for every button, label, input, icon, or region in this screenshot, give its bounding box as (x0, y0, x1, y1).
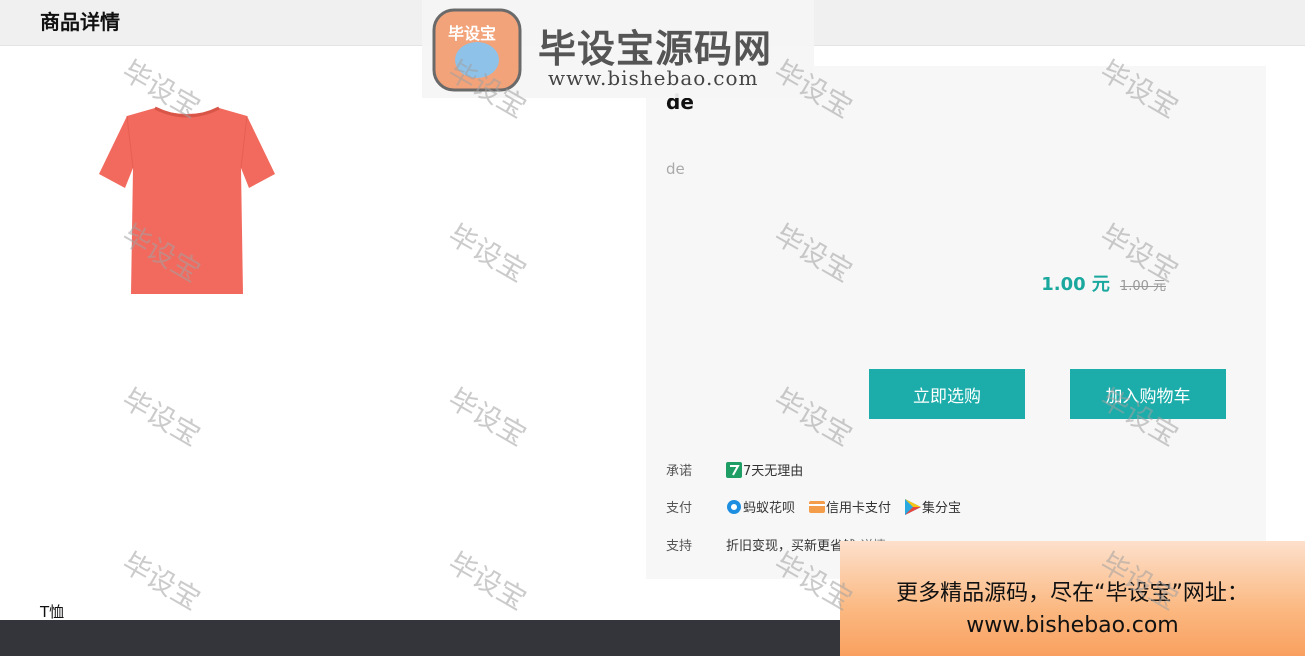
buy-now-button[interactable]: 立即选购 (869, 369, 1025, 419)
promise-row: 承诺 7天无理由 (666, 460, 817, 479)
logo-name: 毕设宝源码网 (538, 27, 773, 71)
promo-banner-url: www.bishebao.com (966, 613, 1179, 638)
payment-huabei-label: 蚂蚁花呗 (743, 501, 796, 516)
payment-credit-card-label: 信用卡支付 (826, 501, 892, 516)
current-price: 1.00 元 (1041, 274, 1110, 295)
huabei-icon (727, 499, 741, 514)
watermark: 毕设宝 (116, 546, 206, 617)
page-title: 商品详情 (40, 10, 120, 34)
seven-day-icon (726, 461, 742, 478)
product-category: T恤 (40, 603, 65, 621)
jifenbao-icon (905, 498, 922, 515)
promo-banner-text: 更多精品源码，尽在“毕设宝”网址： (896, 581, 1249, 606)
watermark: 毕设宝 (442, 218, 532, 289)
original-price: 1.00 元 (1119, 279, 1166, 294)
watermark: 毕设宝 (442, 546, 532, 617)
support-trade-in-text: 折旧变现，买新更省钱 (726, 539, 857, 554)
service-seven-day-label: 7天无理由 (743, 464, 804, 479)
service-seven-day: 7天无理由 (726, 460, 803, 479)
product-image[interactable] (97, 102, 277, 298)
price-row: 1.00 元 1.00 元 (1041, 270, 1166, 296)
payment-jifenbao: 集分宝 (905, 497, 961, 516)
add-to-cart-button[interactable]: 加入购物车 (1070, 369, 1226, 419)
watermark: 毕设宝 (116, 382, 206, 453)
payment-row: 支付 蚂蚁花呗 信用卡支付 集分宝 (666, 497, 975, 516)
payment-huabei: 蚂蚁花呗 (726, 497, 795, 516)
logo-url: www.bishebao.com (548, 66, 759, 90)
payment-jifenbao-label: 集分宝 (922, 501, 962, 516)
promo-banner[interactable]: 更多精品源码，尽在“毕设宝”网址： www.bishebao.com (840, 541, 1305, 656)
payment-credit-card: 信用卡支付 (809, 497, 891, 516)
credit-card-icon (809, 500, 826, 513)
product-description: de (666, 160, 685, 178)
support-label: 支持 (666, 539, 693, 554)
watermark: 毕设宝 (442, 382, 532, 453)
site-logo-watermark: 毕设宝 毕设宝源码网 www.bishebao.com (422, 0, 814, 98)
payment-label: 支付 (666, 501, 693, 516)
logo-badge-text: 毕设宝 (448, 24, 497, 43)
product-info-panel: de de 1.00 元 1.00 元 立即选购 加入购物车 承诺 7天无理由 … (646, 66, 1266, 579)
promise-label: 承诺 (666, 464, 693, 479)
